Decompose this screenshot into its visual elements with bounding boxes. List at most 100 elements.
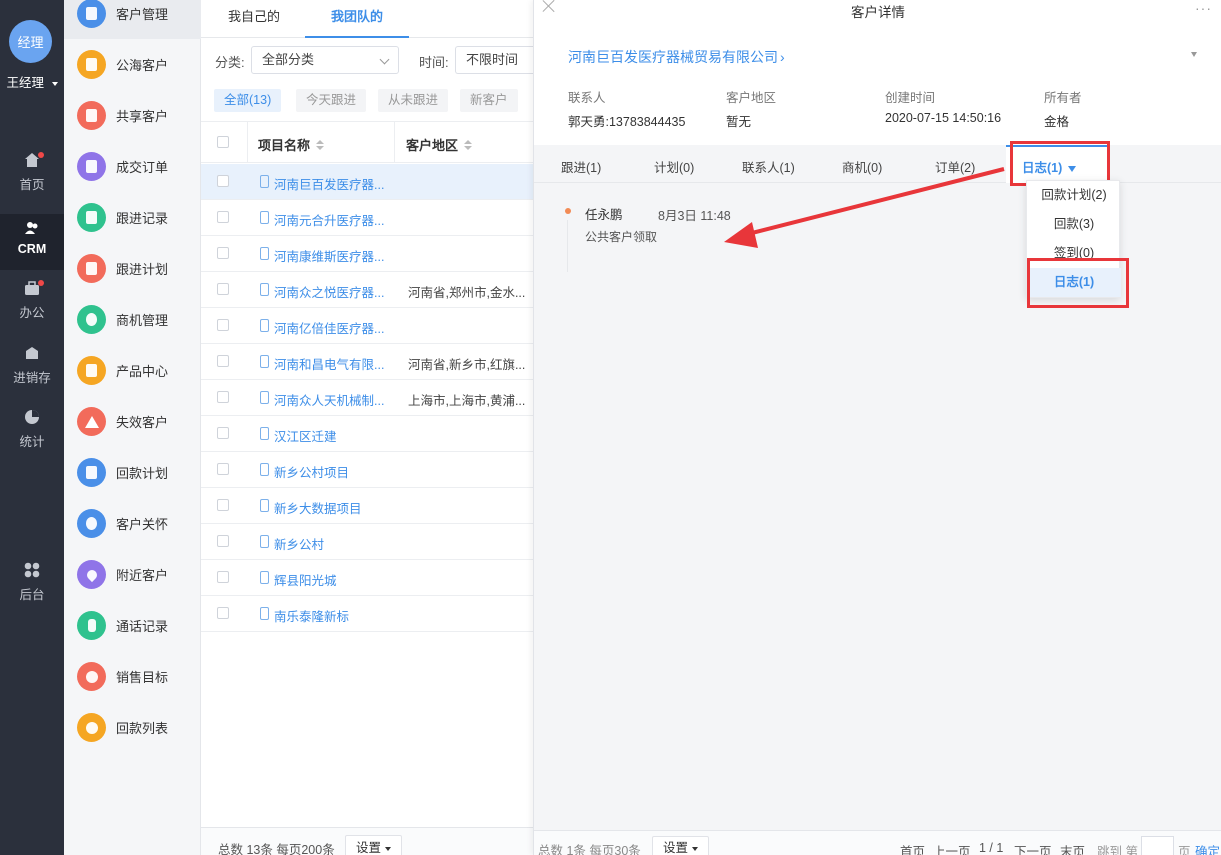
product-icon — [77, 356, 106, 385]
row-checkbox[interactable] — [217, 247, 229, 259]
menu-item-payment-list[interactable]: 回款列表 — [64, 702, 201, 753]
tab-team[interactable]: 我团队的 — [305, 5, 410, 38]
info-value-created: 2020-07-15 14:50:16 — [885, 111, 1002, 125]
user-menu[interactable]: 王经理 — [0, 72, 64, 91]
plan-icon — [77, 254, 106, 283]
row-project-name[interactable]: 河南亿倍佳医疗器... — [274, 318, 404, 337]
detail-settings-button[interactable]: 设置 — [652, 836, 710, 855]
dropdown-item-payment-plan[interactable]: 回款计划(2) — [1027, 181, 1121, 210]
menu-item-call-records[interactable]: 通话记录 — [64, 600, 201, 651]
pie-chart-icon — [25, 410, 39, 424]
page-next[interactable]: 下一页 — [1014, 841, 1052, 855]
menu-item-payment-plans[interactable]: 回款计划 — [64, 447, 201, 498]
detail-header: 客户详情 ··· 河南巨百发医疗器械贸易有限公司 › 联系人 郭天勇:137838… — [534, 0, 1221, 145]
menu-item-sales-targets[interactable]: 销售目标 — [64, 651, 201, 702]
chevron-down-icon — [692, 846, 699, 851]
row-project-name[interactable]: 河南元合升医疗器... — [274, 210, 404, 229]
table-row[interactable]: 汉江区迁建 — [201, 416, 533, 452]
row-project-name[interactable]: 新乡公村项目 — [274, 462, 404, 481]
page-jump-input[interactable] — [1141, 836, 1174, 855]
page-prev[interactable]: 上一页 — [933, 841, 971, 855]
tab-follow[interactable]: 跟进(1) — [561, 157, 601, 176]
row-project-name[interactable]: 河南康维斯医疗器... — [274, 246, 404, 265]
nav-item-home[interactable]: 首页 — [0, 152, 64, 208]
category-select[interactable]: 全部分类 — [251, 46, 399, 74]
menu-item-public-customers[interactable]: 公海客户 — [64, 39, 201, 90]
time-select[interactable]: 不限时间 — [455, 46, 545, 74]
table-row[interactable]: 新乡公村 — [201, 524, 533, 560]
quick-filter-new[interactable]: 新客户 — [460, 89, 518, 112]
nav-item-label: 统计 — [19, 435, 45, 449]
menu-item-opportunities[interactable]: 商机管理 — [64, 294, 201, 345]
menu-item-products[interactable]: 产品中心 — [64, 345, 201, 396]
row-checkbox[interactable] — [217, 355, 229, 367]
menu-item-orders[interactable]: 成交订单 — [64, 141, 201, 192]
quick-filter-today[interactable]: 今天跟进 — [296, 89, 367, 112]
table-row[interactable]: 南乐泰隆新标 — [201, 596, 533, 632]
table-row[interactable]: 河南众人天机械制... 上海市,上海市,黄浦... — [201, 380, 533, 416]
row-project-name[interactable]: 河南众人天机械制... — [274, 390, 404, 409]
page-first[interactable]: 首页 — [900, 841, 925, 855]
row-checkbox[interactable] — [217, 175, 229, 187]
table-header: 项目名称 客户地区 — [201, 121, 533, 163]
table-row[interactable]: 河南元合升医疗器... — [201, 200, 533, 236]
row-checkbox[interactable] — [217, 535, 229, 547]
row-checkbox[interactable] — [217, 391, 229, 403]
avatar[interactable]: 经理 — [9, 20, 52, 63]
tab-plan[interactable]: 计划(0) — [654, 157, 694, 176]
public-customer-icon — [77, 50, 106, 79]
table-row[interactable]: 新乡公村项目 — [201, 452, 533, 488]
menu-item-customer-care[interactable]: 客户关怀 — [64, 498, 201, 549]
table-row[interactable]: 河南巨百发医疗器... — [201, 164, 533, 200]
row-project-name[interactable]: 河南和昌电气有限... — [274, 354, 404, 373]
row-project-name[interactable]: 南乐泰隆新标 — [274, 606, 404, 625]
row-checkbox[interactable] — [217, 463, 229, 475]
row-checkbox[interactable] — [217, 427, 229, 439]
row-checkbox[interactable] — [217, 283, 229, 295]
menu-item-follow-records[interactable]: 跟进记录 — [64, 192, 201, 243]
row-project-name[interactable]: 河南巨百发医疗器... — [274, 174, 404, 193]
menu-item-nearby-customers[interactable]: 附近客户 — [64, 549, 201, 600]
row-project-name[interactable]: 汉江区迁建 — [274, 426, 404, 445]
quick-filter-never[interactable]: 从未跟进 — [378, 89, 449, 112]
page-jump-confirm[interactable]: 确定 — [1195, 841, 1220, 855]
row-checkbox[interactable] — [217, 319, 229, 331]
row-project-name[interactable]: 新乡公村 — [274, 534, 404, 553]
company-link[interactable]: 河南巨百发医疗器械贸易有限公司 › — [568, 47, 785, 67]
row-checkbox[interactable] — [217, 607, 229, 619]
menu-item-customer-management[interactable]: 客户管理 — [64, 0, 201, 39]
row-project-name[interactable]: 河南众之悦医疗器... — [274, 282, 404, 301]
table-row[interactable]: 新乡大数据项目 — [201, 488, 533, 524]
menu-item-shared-customers[interactable]: 共享客户 — [64, 90, 201, 141]
tab-mine[interactable]: 我自己的 — [228, 5, 280, 43]
sort-icon — [316, 140, 325, 151]
nav-item-stats[interactable]: 统计 — [0, 409, 64, 465]
page-last[interactable]: 末页 — [1060, 841, 1085, 855]
select-all-checkbox[interactable] — [217, 136, 229, 148]
menu-item-follow-plans[interactable]: 跟进计划 — [64, 243, 201, 294]
menu-item-invalid-customers[interactable]: 失效客户 — [64, 396, 201, 447]
table-row[interactable]: 河南众之悦医疗器... 河南省,郑州市,金水... — [201, 272, 533, 308]
nav-item-office[interactable]: 办公 — [0, 280, 64, 336]
row-project-name[interactable]: 辉县阳光城 — [274, 570, 404, 589]
row-checkbox[interactable] — [217, 571, 229, 583]
row-project-name[interactable]: 新乡大数据项目 — [274, 498, 404, 517]
row-checkbox[interactable] — [217, 211, 229, 223]
collapse-caret-icon[interactable] — [1191, 52, 1197, 57]
table-row[interactable]: 河南康维斯医疗器... — [201, 236, 533, 272]
list-settings-button[interactable]: 设置 — [345, 835, 403, 855]
column-header-project[interactable]: 项目名称 — [258, 135, 325, 154]
care-icon — [77, 509, 106, 538]
nav-item-inventory[interactable]: 进销存 — [0, 345, 64, 401]
more-icon[interactable]: ··· — [1195, 0, 1212, 16]
nav-item-crm[interactable]: CRM — [0, 214, 64, 270]
table-row[interactable]: 辉县阳光城 — [201, 560, 533, 596]
row-checkbox[interactable] — [217, 499, 229, 511]
mobile-icon — [260, 427, 269, 440]
dropdown-item-payment[interactable]: 回款(3) — [1027, 210, 1121, 239]
column-header-region[interactable]: 客户地区 — [406, 135, 473, 154]
nav-item-admin[interactable]: 后台 — [0, 562, 64, 618]
table-row[interactable]: 河南亿倍佳医疗器... — [201, 308, 533, 344]
quick-filter-all[interactable]: 全部(13) — [214, 89, 282, 112]
table-row[interactable]: 河南和昌电气有限... 河南省,新乡市,红旗... — [201, 344, 533, 380]
